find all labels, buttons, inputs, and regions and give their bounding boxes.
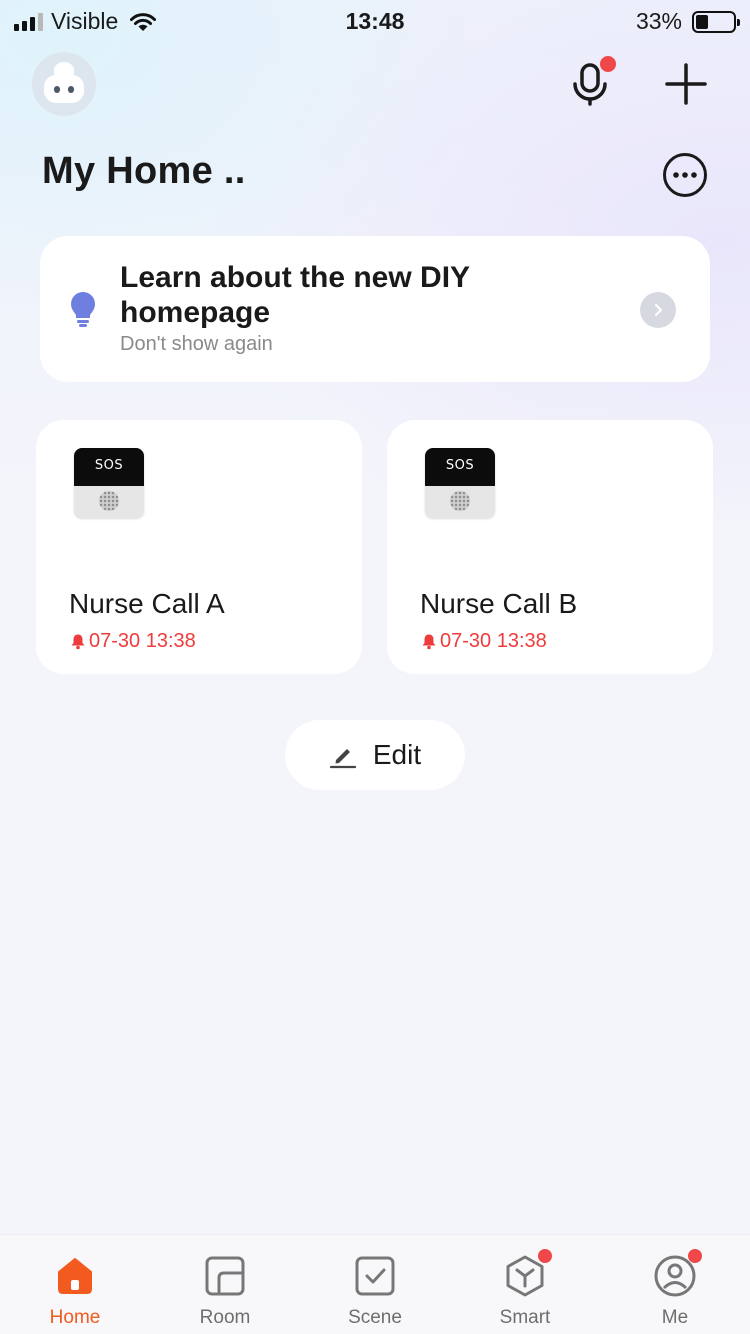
bell-icon bbox=[422, 634, 436, 650]
battery-percent: 33% bbox=[635, 8, 682, 34]
alarm-status: 07-30 13:38 bbox=[421, 630, 547, 653]
tab-me[interactable]: Me bbox=[600, 1235, 750, 1334]
scene-icon bbox=[355, 1256, 395, 1296]
more-icon bbox=[663, 153, 707, 197]
add-device-button[interactable] bbox=[658, 56, 714, 112]
pencil-icon bbox=[329, 749, 356, 769]
lightbulb-icon bbox=[71, 292, 95, 327]
device-card[interactable]: SOS Nurse Call B 07-30 13:38 bbox=[387, 420, 713, 674]
bottom-nav: Home Room Scene Smart Me bbox=[0, 1234, 750, 1334]
tab-label: Scene bbox=[348, 1307, 402, 1328]
tab-label: Me bbox=[661, 1307, 689, 1328]
more-options-button[interactable] bbox=[662, 152, 708, 198]
notification-dot bbox=[538, 1249, 552, 1263]
page-title[interactable]: My Home .. bbox=[42, 150, 246, 193]
bell-icon bbox=[71, 634, 85, 650]
chevron-right-icon[interactable] bbox=[640, 292, 676, 328]
tab-home[interactable]: Home bbox=[0, 1235, 150, 1334]
diy-homepage-banner[interactable]: Learn about the new DIY homepage Don't s… bbox=[40, 236, 710, 382]
room-icon bbox=[205, 1256, 245, 1296]
sos-device-image: SOS bbox=[425, 448, 495, 518]
edit-label: Edit bbox=[372, 739, 422, 770]
edit-button[interactable]: Edit bbox=[285, 720, 465, 790]
tab-room[interactable]: Room bbox=[150, 1235, 300, 1334]
sos-device-image: SOS bbox=[74, 448, 144, 518]
notification-dot bbox=[600, 56, 616, 72]
notification-dot bbox=[688, 1249, 702, 1263]
plus-icon bbox=[665, 63, 707, 105]
voice-assistant-button[interactable] bbox=[562, 56, 618, 112]
robot-avatar-icon bbox=[44, 75, 84, 103]
battery-icon bbox=[692, 10, 740, 33]
device-card[interactable]: SOS Nurse Call A 07-30 13:38 bbox=[36, 420, 362, 674]
status-bar: Visible 13:48 33% bbox=[0, 0, 750, 40]
tab-scene[interactable]: Scene bbox=[300, 1235, 450, 1334]
tab-smart[interactable]: Smart bbox=[450, 1235, 600, 1334]
tab-label: Room bbox=[199, 1307, 251, 1328]
home-icon bbox=[58, 1258, 92, 1294]
device-name: Nurse Call A bbox=[69, 588, 225, 619]
banner-title: Learn about the new DIY homepage bbox=[120, 261, 470, 329]
alarm-time: 07-30 13:38 bbox=[89, 630, 196, 652]
tab-label: Home bbox=[49, 1307, 101, 1328]
alarm-status: 07-30 13:38 bbox=[70, 630, 196, 653]
status-right: 33% bbox=[635, 8, 740, 35]
device-name: Nurse Call B bbox=[420, 588, 578, 619]
avatar[interactable] bbox=[32, 52, 96, 116]
alarm-time: 07-30 13:38 bbox=[440, 630, 547, 652]
dont-show-again-link[interactable]: Don't show again bbox=[120, 333, 273, 356]
tab-label: Smart bbox=[499, 1307, 551, 1328]
